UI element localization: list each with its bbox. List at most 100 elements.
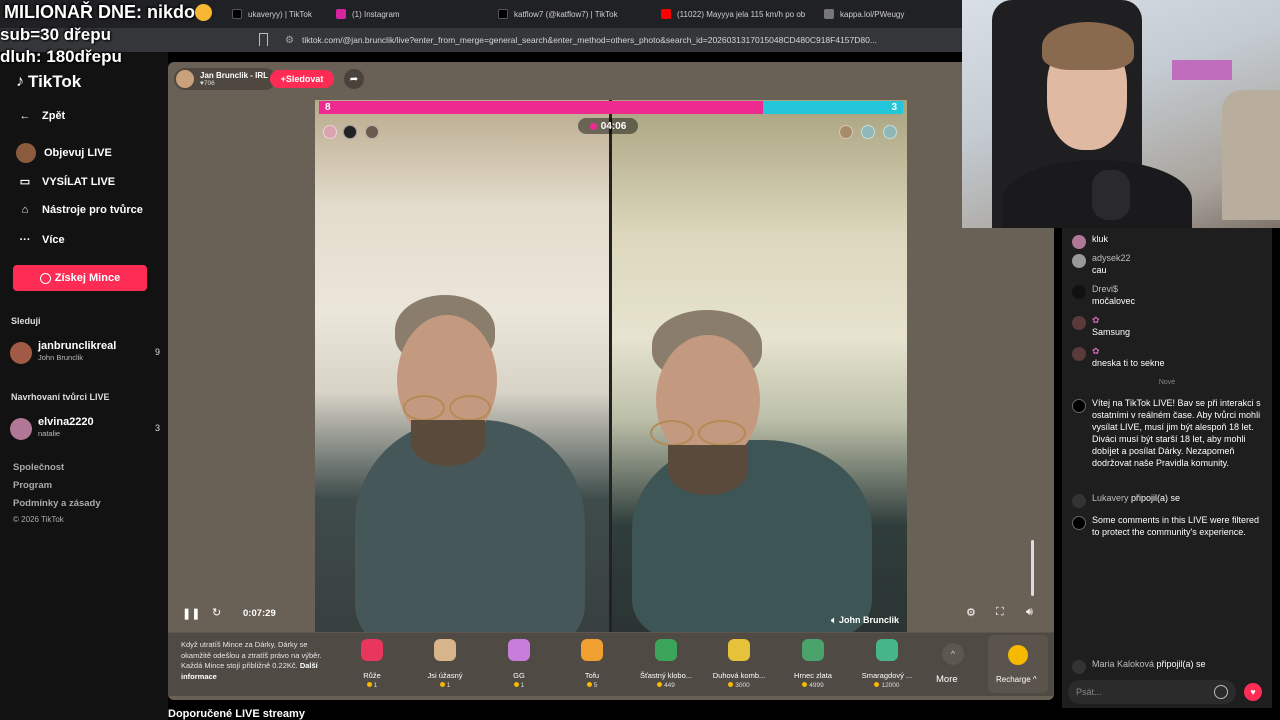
footer-link-program[interactable]: Program <box>13 480 52 491</box>
gift-name: Tofu <box>584 671 600 680</box>
browser-tab-5[interactable]: kappa.lol/PWeugy <box>824 0 944 28</box>
gift-item[interactable]: Růže 1 <box>337 639 407 689</box>
gift-info: Když utratíš Mince za Dárky, Dárky se ok… <box>181 640 323 682</box>
supporter-avatar[interactable] <box>365 125 379 139</box>
supporter-avatar[interactable] <box>343 125 357 139</box>
volume-icon[interactable]: 🔊︎ <box>1026 606 1033 619</box>
fullscreen-icon[interactable]: ⛶ <box>996 606 1004 619</box>
follow-button[interactable]: + Sledovat <box>270 70 334 88</box>
following-creator[interactable]: janbrunclikreal John Brunclik 9 <box>10 340 160 366</box>
message-user[interactable]: Drevi$ <box>1092 283 1118 295</box>
url-text: tiktok.com/@jan.brunclik/live?enter_from… <box>301 35 877 45</box>
sidebar-item-more[interactable]: ··· Více <box>16 234 65 246</box>
overlay-line-2: sub=30 dřepu <box>0 25 112 44</box>
join-icon <box>1072 660 1086 674</box>
coins-label: Získej Mince <box>54 272 121 284</box>
battle-name-text: John Brunclik <box>838 615 899 625</box>
chat-panel: kluk adysek22 cau Drevi$ močalovec ✿ Samsun… <box>1062 228 1272 708</box>
get-coins-button[interactable]: Získej Mince <box>13 265 147 291</box>
home-icon: ⌂ <box>21 204 29 216</box>
chat-message: ✿ dneska ti to sekne <box>1070 345 1266 373</box>
battle-timer: 04:06 <box>578 118 638 134</box>
footer-link-company[interactable]: Společnost <box>13 462 64 473</box>
chevron-up-icon: ^ <box>1032 675 1037 684</box>
footer-link-terms[interactable]: Podmínky a zásady <box>13 498 101 509</box>
sidebar-item-explore-live[interactable]: Objevuj LIVE <box>16 143 112 163</box>
ellipsis-icon: ··· <box>19 234 31 246</box>
battle-name: 🔈︎ John Brunclik <box>831 615 899 626</box>
gift-item[interactable]: GG 1 <box>484 639 554 689</box>
gift-name: Jsi úžasný <box>427 671 463 680</box>
recharge-button[interactable]: Recharge ^ <box>988 635 1048 693</box>
bookmark-icon[interactable] <box>259 33 268 46</box>
avatar <box>10 342 32 364</box>
volume-slider[interactable] <box>1031 540 1034 596</box>
score-left: 8 <box>325 102 331 113</box>
gift-name: Šťastný klobo... <box>639 671 692 680</box>
gift-name: Duhová komb... <box>712 671 766 680</box>
supporter-avatar[interactable] <box>883 125 897 139</box>
badge-icon: ✿ <box>1092 315 1100 325</box>
sidebar-item-go-live[interactable]: ▭ VYSÍLAT LIVE <box>16 175 116 189</box>
settings-icon[interactable]: ⚙ <box>966 606 976 619</box>
url-field[interactable]: ⚙ tiktok.com/@jan.brunclik/live?enter_fro… <box>285 28 925 52</box>
message-user[interactable]: Lukavery <box>1092 493 1129 503</box>
suggested-creator[interactable]: elvina2220 natalie 3 <box>10 416 160 442</box>
tiktok-icon <box>1072 399 1086 413</box>
following-title: Sleduji <box>11 316 41 326</box>
tiktok-logo[interactable]: ♪ TikTok <box>16 72 81 92</box>
supporter-avatar[interactable] <box>323 125 337 139</box>
viewer-count: 9 <box>154 347 160 357</box>
gift-item[interactable]: Jsi úžasný 1 <box>410 639 480 689</box>
host-avatar <box>176 70 194 88</box>
score-right: 3 <box>891 102 897 113</box>
site-settings-icon[interactable]: ⚙ <box>285 35 294 46</box>
host-likes: ♥706 <box>200 80 268 88</box>
tiktok-icon <box>498 9 508 19</box>
supporter-avatar[interactable] <box>839 125 853 139</box>
new-messages-divider: Nové <box>1158 379 1176 386</box>
sidebar-item-label: VYSÍLAT LIVE <box>42 175 116 188</box>
heart-icon[interactable]: ♥ <box>1244 683 1262 701</box>
system-message: Vítej na TikTok LIVE! Bav se při interak… <box>1070 397 1266 487</box>
pause-icon[interactable]: ❚❚ <box>182 607 200 620</box>
chat-input[interactable]: Psát... <box>1068 680 1236 704</box>
refresh-icon[interactable]: ↻ <box>212 606 221 619</box>
gift-item[interactable]: Hrnec zlata 4999 <box>778 639 848 689</box>
more-label[interactable]: More <box>936 674 958 685</box>
filtered-text: Some comments in this LIVE were filtered… <box>1092 515 1260 537</box>
youtube-icon <box>661 9 671 19</box>
back-label: Zpět <box>42 110 66 122</box>
more-gifts-button[interactable]: ^ <box>942 643 964 665</box>
browser-tab-4[interactable]: (11022) Mayyya jela 115 km/h po ob <box>661 0 807 28</box>
gift-item[interactable]: Šťastný klobo... 449 <box>631 639 701 689</box>
browser-tab-3[interactable]: katflow7 (@katflow7) | TikTok <box>498 0 648 28</box>
vote-bar-left-fill <box>319 101 763 114</box>
back-button[interactable]: ← Zpět <box>16 110 66 122</box>
tiktok-icon <box>232 9 242 19</box>
gift-item[interactable]: Tofu 5 <box>557 639 627 689</box>
gift-item[interactable]: Smaragdový ... 12000 <box>852 639 922 689</box>
browser-tab-1[interactable]: ukaveryy) | TikTok <box>232 0 324 28</box>
chat-message: Drevi$ močalovec <box>1070 283 1266 311</box>
host-name: Jan Brunclik - IRL <box>200 70 269 80</box>
gift-price: 3000 <box>704 682 774 689</box>
glasses-lens <box>698 420 746 446</box>
gift-item[interactable]: Duhová komb... 3000 <box>704 639 774 689</box>
emoji-icon[interactable] <box>1214 685 1228 699</box>
supporter-avatar[interactable] <box>861 125 875 139</box>
globe-icon <box>824 9 834 19</box>
coin-icon <box>1008 645 1028 665</box>
rose-icon <box>361 639 383 661</box>
browser-tab-2[interactable]: (1) Instagram <box>336 0 476 28</box>
cat-icon <box>434 639 456 661</box>
sidebar-item-creator-tools[interactable]: ⌂ Nástroje pro tvůrce <box>16 204 143 216</box>
message-user[interactable]: Maria Kaloková <box>1092 659 1154 669</box>
message-text: cau <box>1092 265 1107 275</box>
host-info[interactable]: Jan Brunclik - IRL ♥706 <box>174 68 277 90</box>
suggested-title: Navrhovaní tvůrci LIVE <box>11 392 110 402</box>
video-camera-icon: ▭ <box>19 176 31 188</box>
message-user[interactable]: adysek22 <box>1092 252 1131 264</box>
likes-count: 706 <box>203 79 215 87</box>
share-button[interactable]: ➦ <box>344 69 364 89</box>
